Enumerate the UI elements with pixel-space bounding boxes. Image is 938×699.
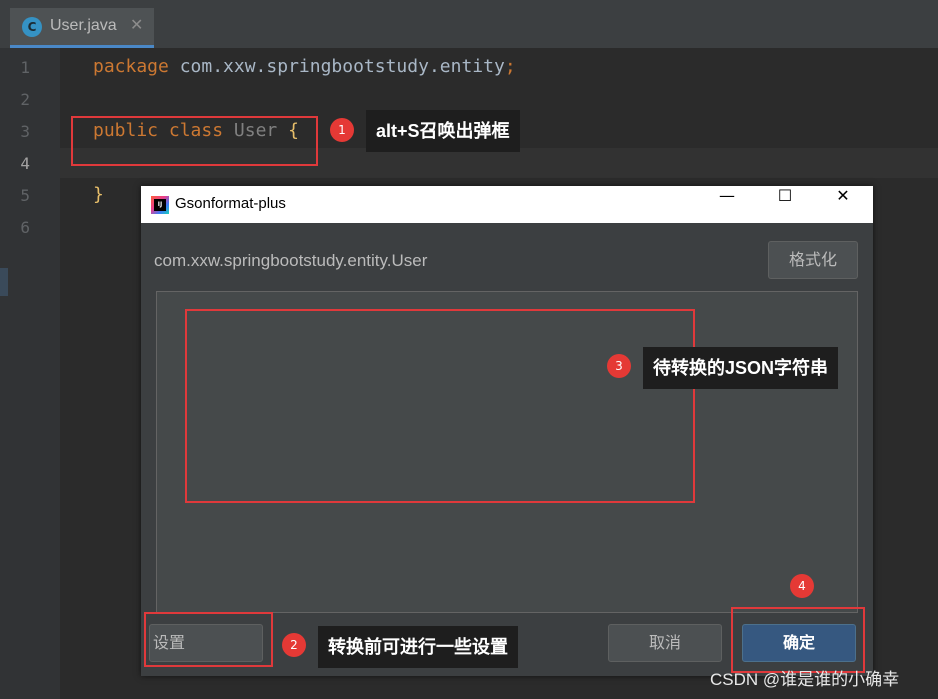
maximize-icon[interactable]: ☐ [756, 186, 814, 223]
intellij-app-icon: IJ [151, 196, 169, 214]
line-number: 1 [20, 58, 30, 77]
highlight-box-class-declaration [71, 116, 318, 166]
entity-path-label: com.xxw.springbootstudy.entity.User [154, 251, 428, 270]
package-name: com.xxw.springbootstudy.entity [168, 56, 505, 77]
dialog-title: Gsonformat-plus [175, 195, 286, 212]
tab-label: User.java [50, 17, 117, 34]
format-button[interactable]: 格式化 [768, 241, 858, 279]
gutter-marker [0, 268, 8, 296]
callout-shortcut: alt+S召唤出弹框 [366, 110, 520, 152]
step-badge-2: 2 [282, 633, 306, 657]
line-gutter: 1 2 3 4 5 6 [0, 48, 60, 699]
callout-json-string: 待转换的JSON字符串 [643, 347, 839, 389]
line-number: 3 [20, 122, 30, 141]
close-icon[interactable]: ✕ [814, 186, 872, 223]
highlight-box-ok [731, 607, 865, 673]
line-number: 6 [20, 218, 30, 237]
cancel-button[interactable]: 取消 [608, 624, 722, 662]
close-tab-icon[interactable]: ✕ [130, 15, 143, 34]
watermark: CSDN @谁是谁的小确幸 [710, 670, 900, 689]
step-badge-3: 3 [607, 354, 631, 378]
step-badge-4: 4 [790, 574, 814, 598]
dialog-titlebar[interactable]: IJ Gsonformat-plus — ☐ ✕ [141, 186, 873, 223]
highlight-box-json-area [185, 309, 695, 503]
close-brace: } [93, 184, 104, 205]
code-line-5: } [93, 184, 104, 205]
minimize-icon[interactable]: — [698, 186, 756, 223]
semicolon: ; [504, 56, 516, 77]
highlight-box-settings [144, 612, 273, 667]
editor-tab-bar: C User.java ✕ [0, 0, 938, 49]
tab-user-java[interactable]: C User.java ✕ [10, 8, 154, 48]
keyword-package: package [93, 56, 169, 77]
line-number: 4 [20, 154, 30, 173]
code-line-1: package com.xxw.springbootstudy.entity; [93, 56, 516, 77]
java-class-icon: C [22, 17, 42, 37]
step-badge-1: 1 [330, 118, 354, 142]
callout-settings: 转换前可进行一些设置 [318, 626, 518, 668]
line-number: 2 [20, 90, 30, 109]
line-number: 5 [20, 186, 30, 205]
